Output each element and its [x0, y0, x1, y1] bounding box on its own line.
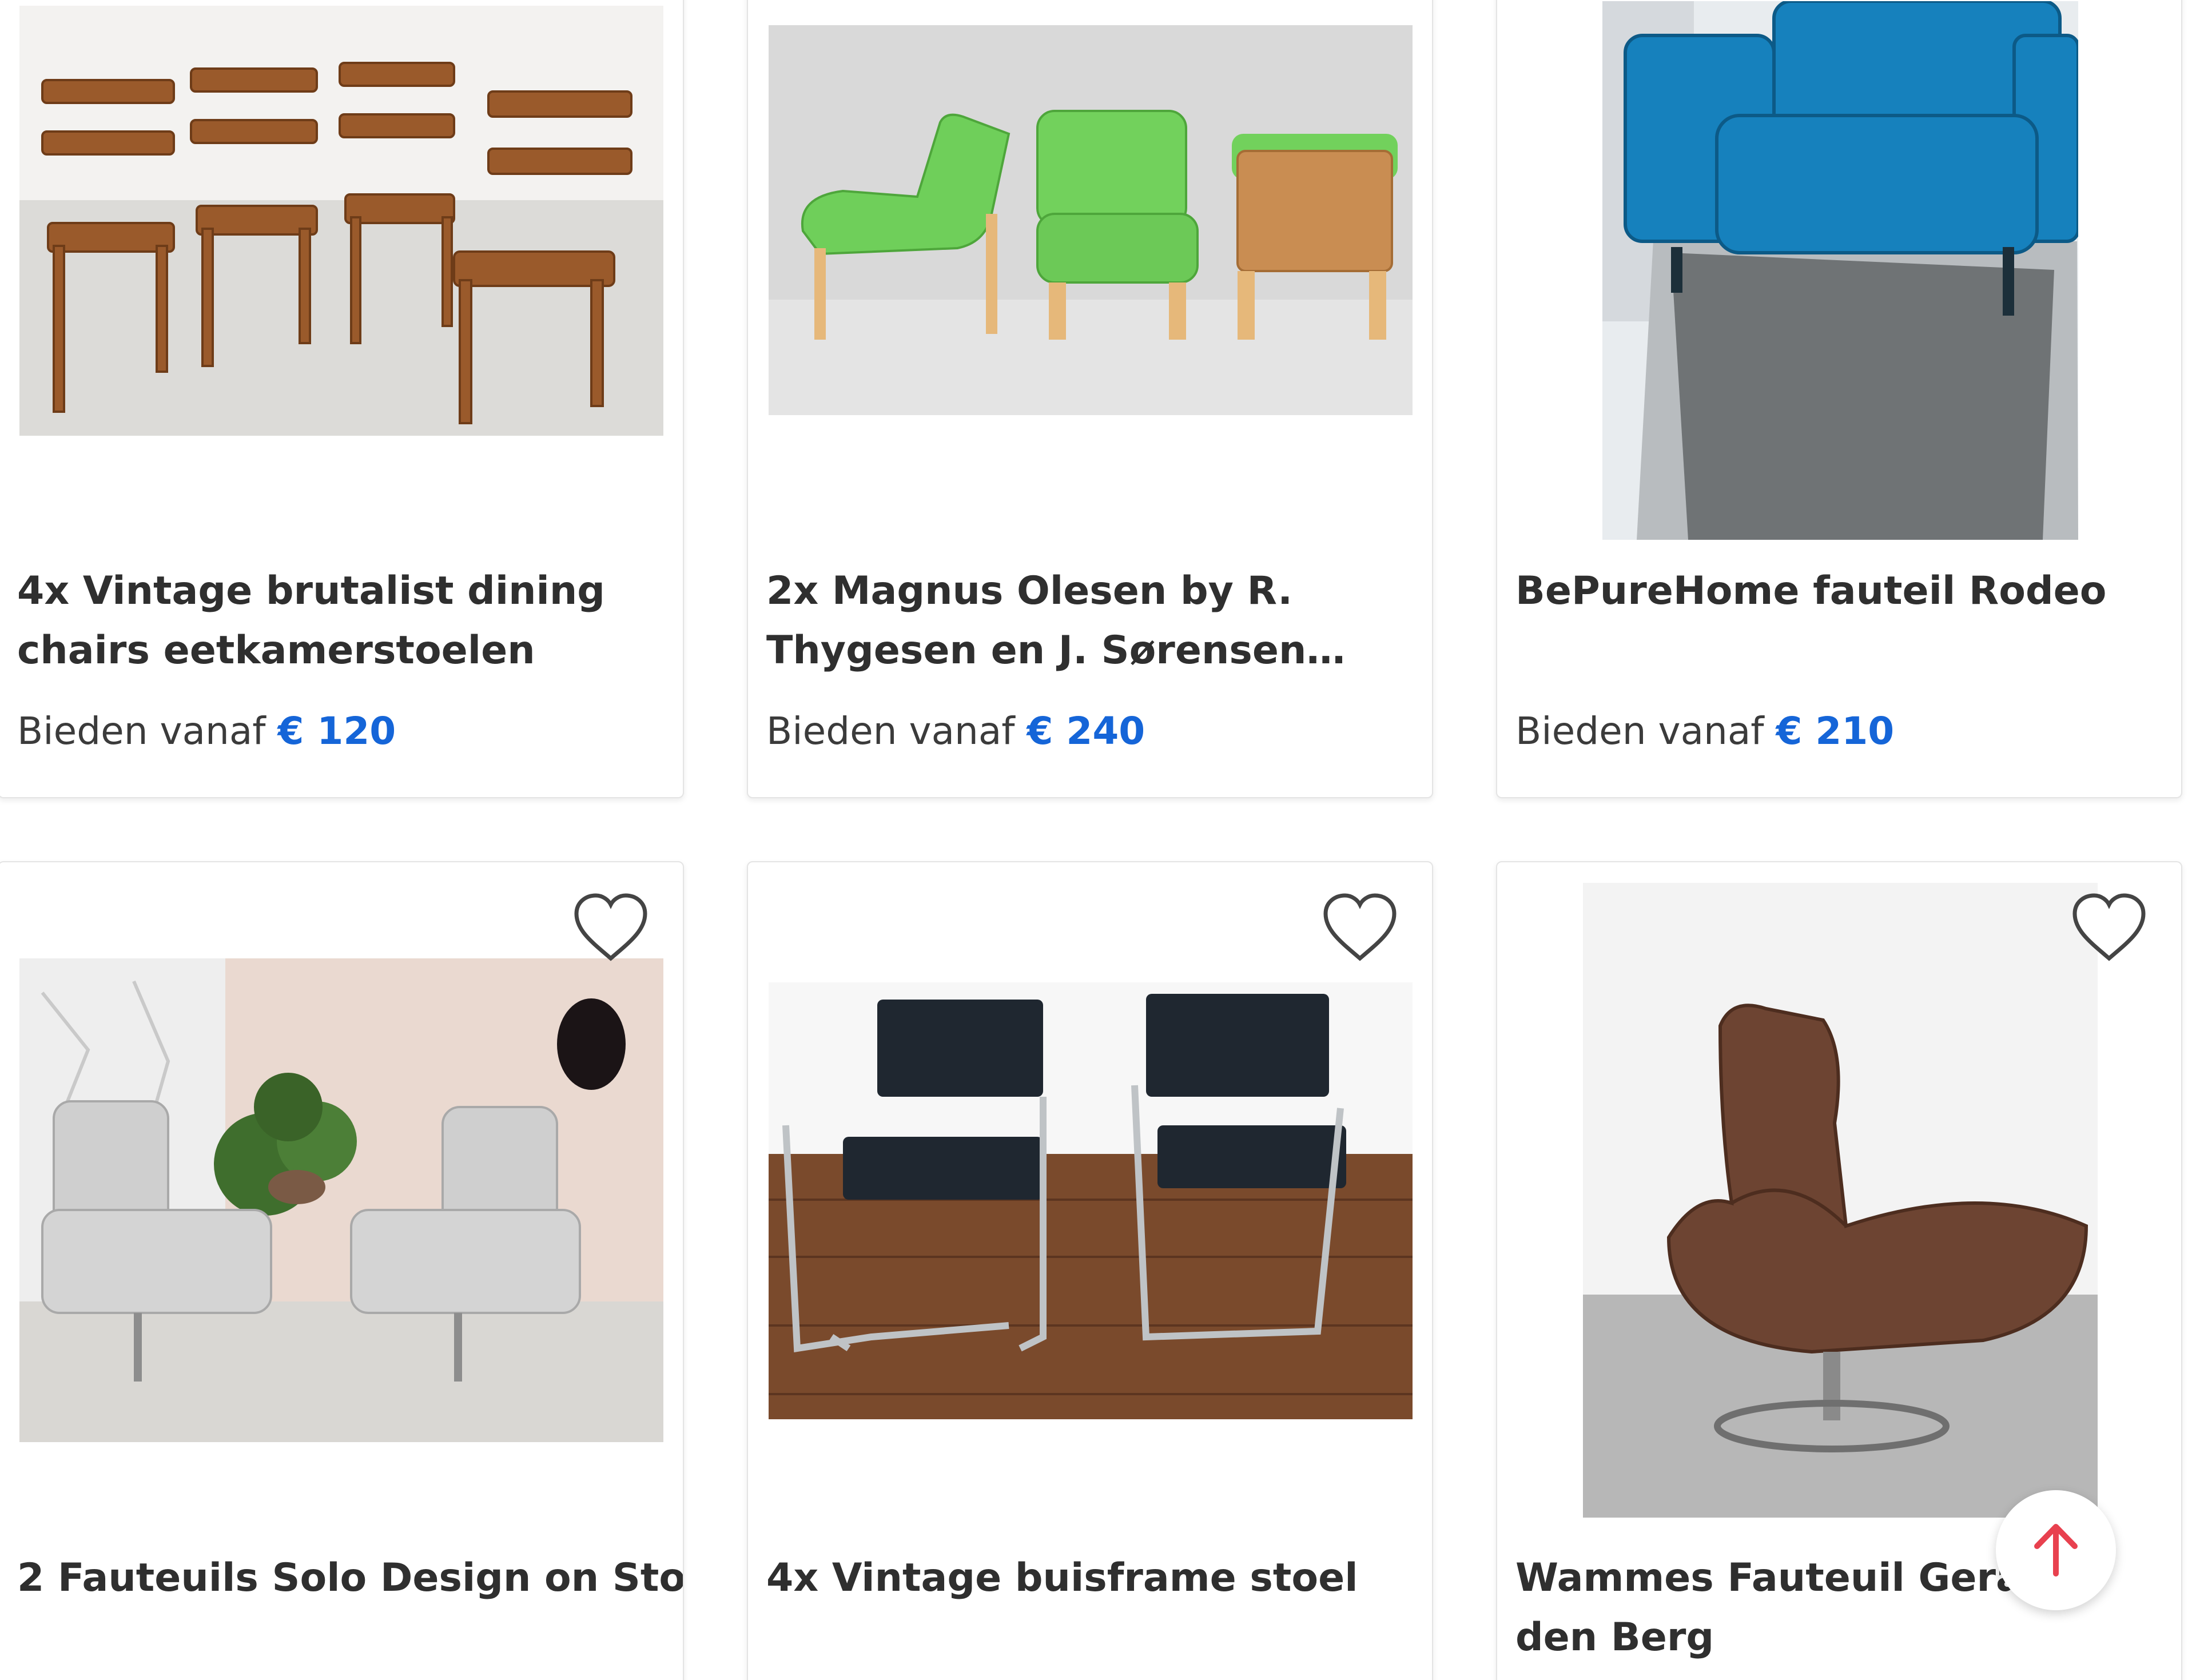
listing-image[interactable]: [1583, 883, 2098, 1518]
listing-grid: 4x Vintage brutalist dining chairs eetka…: [0, 0, 2196, 1680]
listing-image[interactable]: [19, 958, 663, 1442]
listing-image[interactable]: [769, 982, 1413, 1419]
price-amount: € 240: [1027, 709, 1145, 753]
listing-card[interactable]: 2 Fauteuils Solo Design on Stock: [0, 861, 684, 1680]
price-prefix: Bieden vanaf: [1515, 709, 1764, 753]
listing-price: Bieden vanaf € 120: [17, 709, 396, 753]
price-amount: € 120: [277, 709, 396, 753]
listing-card[interactable]: 4x Vintage brutalist dining chairs eetka…: [0, 0, 684, 798]
listing-title[interactable]: BePureHome fauteil Rodeo: [1515, 562, 2163, 621]
listing-image[interactable]: [1602, 1, 2078, 540]
listing-card[interactable]: BePureHome fauteil Rodeo Bieden vanaf € …: [1496, 0, 2182, 798]
scroll-to-top-button[interactable]: [1996, 1490, 2116, 1610]
listing-price: Bieden vanaf € 210: [1515, 709, 1894, 753]
listing-title[interactable]: 4x Vintage brutalist dining chairs eetka…: [17, 562, 665, 680]
listing-image[interactable]: [769, 25, 1413, 415]
listing-title[interactable]: 2x Magnus Olesen by R. Thygesen en J. Sø…: [766, 562, 1414, 680]
listing-price: Bieden vanaf € 240: [766, 709, 1145, 753]
arrow-up-icon: [2024, 1518, 2087, 1583]
favorite-heart-icon[interactable]: [1320, 891, 1400, 965]
listing-card[interactable]: 4x Vintage buisframe stoel: [747, 861, 1433, 1680]
favorite-heart-icon[interactable]: [571, 891, 651, 965]
price-amount: € 210: [1776, 709, 1895, 753]
listing-card[interactable]: 2x Magnus Olesen by R. Thygesen en J. Sø…: [747, 0, 1433, 798]
listing-image[interactable]: [19, 6, 663, 436]
favorite-heart-icon[interactable]: [2069, 891, 2149, 965]
price-prefix: Bieden vanaf: [766, 709, 1015, 753]
price-prefix: Bieden vanaf: [17, 709, 266, 753]
listing-title[interactable]: 2 Fauteuils Solo Design on Stock: [17, 1548, 683, 1608]
listing-title[interactable]: 4x Vintage buisframe stoel: [766, 1548, 1414, 1608]
